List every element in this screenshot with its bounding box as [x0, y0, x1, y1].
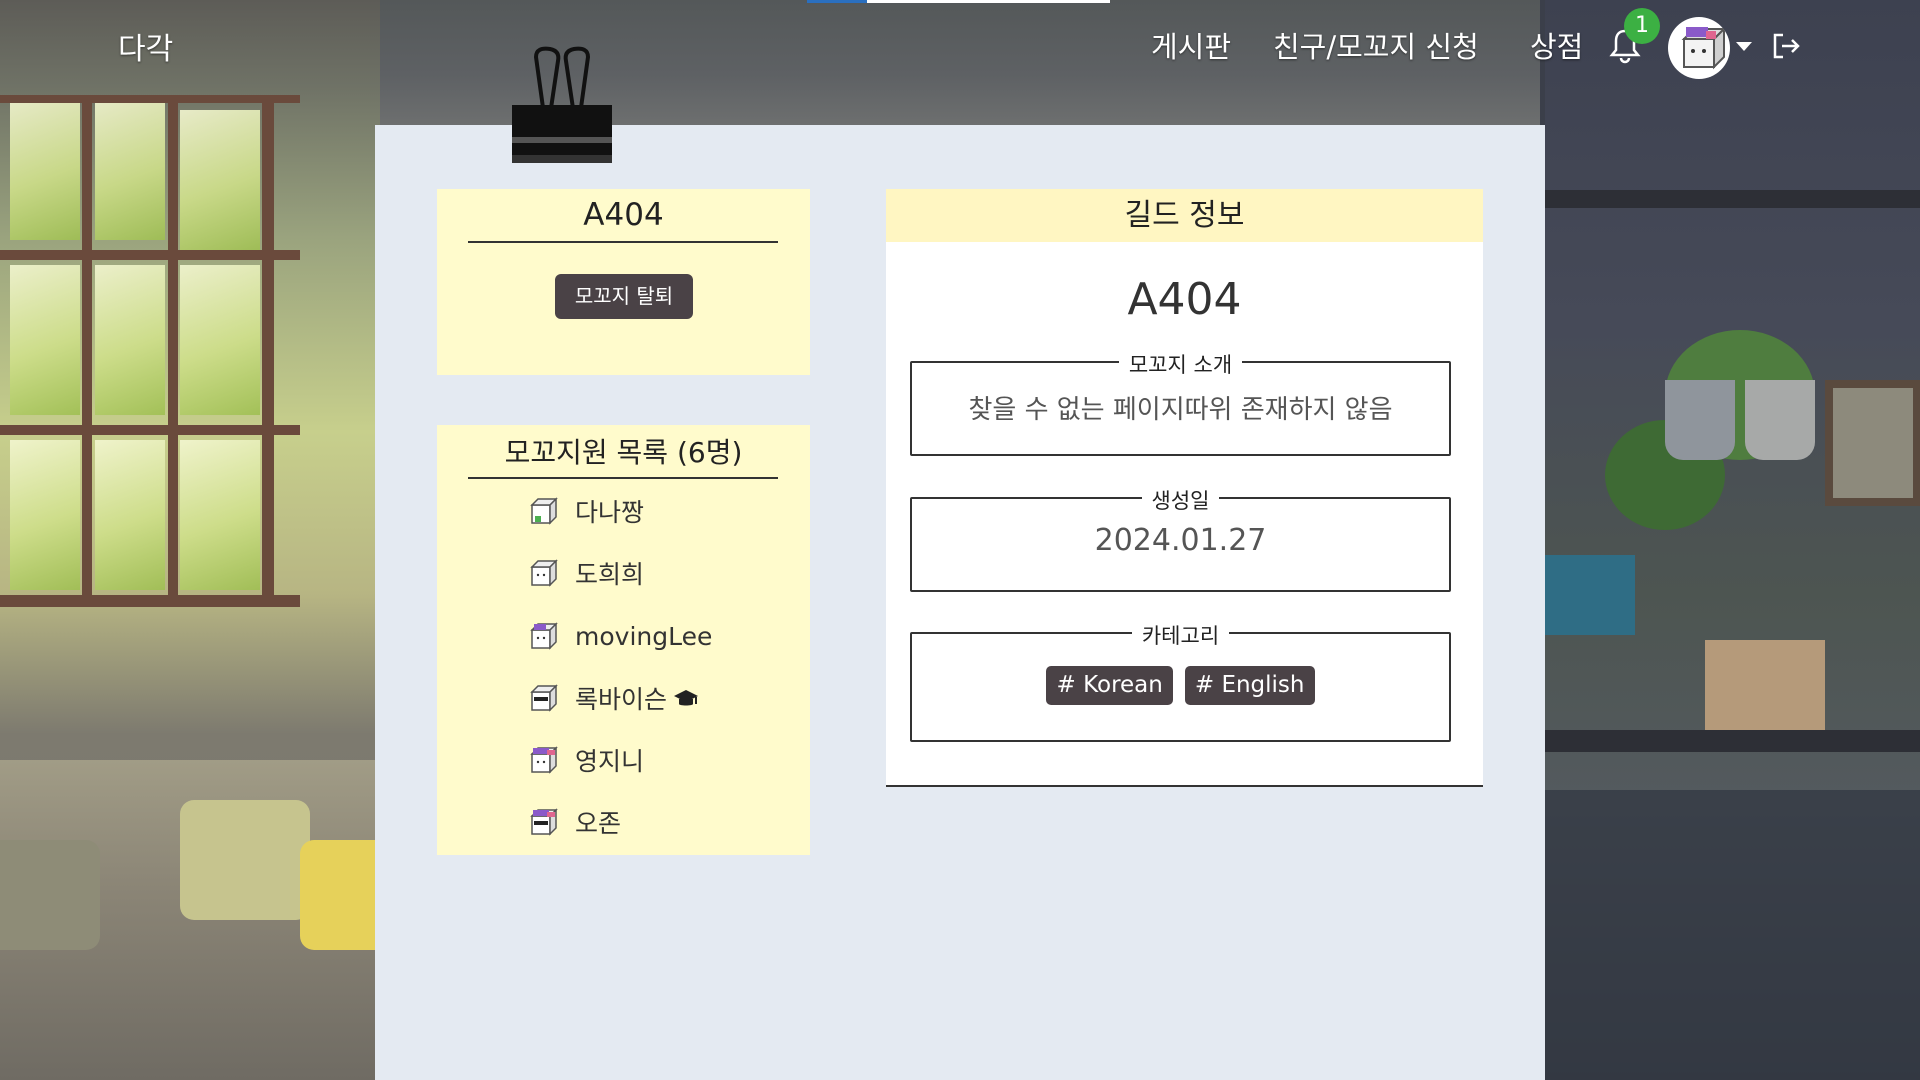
member-avatar-icon: [530, 684, 558, 712]
intro-value: 찾을 수 없는 페이지따위 존재하지 않음: [968, 395, 1393, 425]
logout-icon[interactable]: [1770, 30, 1802, 62]
caret-down-icon[interactable]: [1736, 42, 1752, 51]
divider: [468, 477, 778, 479]
member-item[interactable]: 다나짱: [527, 491, 644, 531]
nav-friend-request-link[interactable]: 친구/모꼬지 신청: [1273, 24, 1479, 66]
member-list-title: 모꼬지원 목록 (6명): [504, 436, 743, 469]
member-avatar-icon: [530, 559, 558, 587]
member-avatar-icon: [530, 497, 558, 525]
member-avatar-icon: [530, 746, 558, 774]
guild-info-card: 길드 정보 A404 모꼬지 소개 찾을 수 없는 페이지따위 존재하지 않음 …: [886, 189, 1483, 787]
divider: [886, 785, 1483, 787]
category-label: 카테고리: [1131, 624, 1230, 648]
notification-badge: 1: [1624, 8, 1660, 44]
user-avatar[interactable]: [1668, 17, 1730, 79]
nav-board-link[interactable]: 게시판: [1151, 24, 1231, 66]
leave-guild-button[interactable]: 모꼬지 탈퇴: [555, 274, 693, 319]
member-name: 도희희: [575, 560, 645, 589]
member-item[interactable]: 영지니: [527, 740, 644, 780]
category-tag[interactable]: # English: [1184, 666, 1315, 705]
member-name: 록바이슨: [575, 685, 668, 714]
intro-field: 모꼬지 소개 찾을 수 없는 페이지따위 존재하지 않음: [910, 353, 1451, 456]
member-item[interactable]: 오존: [527, 802, 621, 842]
member-avatar-icon: [530, 622, 558, 650]
created-label: 생성일: [1141, 489, 1220, 513]
category-field: 카테고리 # Korean # English: [910, 624, 1451, 742]
created-date-field: 생성일 2024.01.27: [910, 489, 1451, 592]
member-item[interactable]: 도희희: [527, 553, 644, 593]
graduation-cap-icon: [674, 690, 699, 706]
divider: [468, 241, 778, 243]
member-name: 영지니: [575, 747, 645, 776]
tab-indicator: [807, 0, 1110, 3]
guild-title: A404: [583, 197, 664, 233]
category-tags: # Korean # English: [912, 666, 1449, 705]
guild-name: A404: [1127, 274, 1242, 325]
member-name: 오존: [575, 809, 622, 838]
intro-label: 모꼬지 소개: [1118, 353, 1243, 377]
kitchen-scene: [1545, 0, 1920, 1080]
member-item[interactable]: movingLee: [527, 616, 712, 656]
member-item[interactable]: 록바이슨: [527, 678, 699, 718]
member-name: 다나짱: [575, 498, 645, 527]
brand-logo[interactable]: 다각: [118, 24, 173, 68]
binder-clip-icon: [512, 46, 612, 163]
created-value: 2024.01.27: [1094, 523, 1267, 558]
guild-info-header: 길드 정보: [886, 189, 1483, 242]
member-name: movingLee: [575, 621, 713, 651]
couch: [0, 760, 390, 1080]
nav-shop-link[interactable]: 상점: [1530, 24, 1583, 66]
member-avatar-icon: [530, 808, 558, 836]
category-tag[interactable]: # Korean: [1046, 666, 1173, 705]
top-nav: 다각 게시판 친구/모꼬지 신청 상점 1: [0, 0, 1920, 90]
